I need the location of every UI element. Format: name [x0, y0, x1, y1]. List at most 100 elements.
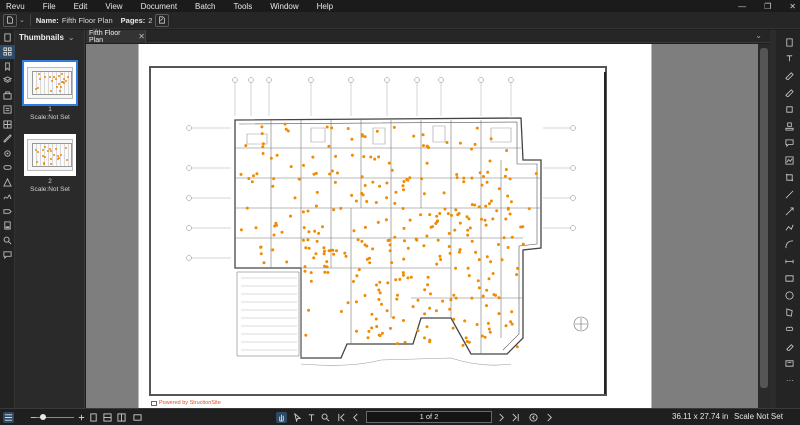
photo-marker[interactable]	[508, 212, 512, 216]
photo-marker[interactable]	[393, 201, 397, 205]
photo-marker[interactable]	[435, 262, 439, 266]
photo-marker[interactable]	[510, 235, 514, 239]
photo-marker[interactable]	[485, 255, 489, 259]
photo-marker[interactable]	[334, 154, 338, 158]
photo-marker[interactable]	[476, 279, 480, 283]
photo-marker[interactable]	[506, 246, 510, 249]
photo-marker[interactable]	[360, 175, 364, 179]
photo-marker[interactable]	[416, 329, 420, 333]
photo-marker[interactable]	[363, 294, 367, 297]
photo-marker[interactable]	[330, 169, 334, 173]
photo-marker[interactable]	[388, 243, 392, 247]
photo-marker[interactable]	[357, 268, 361, 272]
photo-marker[interactable]	[483, 218, 487, 222]
photo-marker[interactable]	[401, 271, 405, 275]
photo-marker[interactable]	[429, 292, 432, 296]
photo-marker[interactable]	[395, 297, 399, 301]
photo-marker[interactable]	[436, 219, 440, 223]
menu-edit[interactable]: Edit	[65, 2, 97, 11]
photo-marker[interactable]	[314, 171, 318, 175]
photo-marker[interactable]	[534, 172, 538, 176]
photo-marker[interactable]	[384, 218, 388, 222]
photo-marker[interactable]	[373, 157, 377, 161]
photo-marker[interactable]	[307, 308, 311, 312]
photo-marker[interactable]	[497, 187, 501, 191]
photo-marker[interactable]	[425, 325, 429, 329]
photo-marker[interactable]	[504, 217, 508, 221]
photo-marker[interactable]	[297, 177, 301, 181]
cloud-tool-icon[interactable]	[783, 323, 795, 335]
photo-marker[interactable]	[443, 207, 447, 211]
photo-marker[interactable]	[352, 280, 355, 283]
rectangle-tool-icon[interactable]	[783, 273, 795, 285]
photo-marker[interactable]	[488, 159, 492, 163]
menu-view[interactable]: View	[96, 2, 131, 11]
rail-file-access-icon[interactable]	[0, 219, 15, 234]
restore-icon[interactable]: ❐	[764, 2, 771, 11]
photo-marker[interactable]	[474, 250, 478, 254]
photo-marker[interactable]	[486, 170, 490, 174]
photo-marker[interactable]	[322, 252, 326, 256]
photo-marker[interactable]	[467, 217, 471, 221]
photo-marker[interactable]	[272, 177, 276, 181]
rail-spaces-icon[interactable]	[0, 117, 15, 132]
rail-settings-icon[interactable]	[0, 146, 15, 161]
photo-marker[interactable]	[269, 156, 273, 160]
photo-marker[interactable]	[315, 239, 319, 243]
photo-marker[interactable]	[470, 203, 474, 207]
photo-marker[interactable]	[339, 206, 343, 210]
photo-marker[interactable]	[332, 208, 336, 212]
photo-marker[interactable]	[487, 277, 491, 281]
menu-file[interactable]: File	[34, 2, 65, 11]
photo-marker[interactable]	[427, 146, 430, 150]
photo-marker[interactable]	[307, 230, 311, 234]
photo-marker[interactable]	[487, 327, 491, 331]
photo-marker[interactable]	[303, 269, 307, 273]
rail-links-icon[interactable]	[0, 161, 15, 176]
photo-marker[interactable]	[355, 329, 358, 333]
photo-marker[interactable]	[344, 254, 348, 258]
menu-help[interactable]: Help	[308, 2, 342, 11]
dimension-tool-icon[interactable]	[783, 256, 795, 268]
photo-marker[interactable]	[375, 283, 378, 287]
photo-marker[interactable]	[439, 258, 443, 261]
document-properties-button[interactable]	[3, 13, 17, 27]
photo-marker[interactable]	[402, 180, 406, 183]
photo-marker[interactable]	[255, 172, 259, 176]
photo-marker[interactable]	[339, 310, 343, 313]
photo-marker[interactable]	[489, 260, 493, 264]
photo-marker[interactable]	[394, 278, 398, 282]
photo-marker[interactable]	[326, 271, 330, 274]
photo-marker[interactable]	[455, 176, 459, 180]
photo-marker[interactable]	[480, 217, 483, 221]
photo-marker[interactable]	[247, 177, 251, 180]
photo-marker[interactable]	[428, 340, 432, 344]
photo-marker[interactable]	[309, 279, 313, 283]
rail-signatures-icon[interactable]	[0, 190, 15, 205]
photo-marker[interactable]	[274, 221, 278, 225]
photo-marker[interactable]	[464, 336, 468, 340]
photo-marker[interactable]	[434, 222, 438, 225]
photo-marker[interactable]	[510, 322, 514, 326]
photo-marker[interactable]	[406, 246, 410, 250]
photo-marker[interactable]	[346, 301, 350, 305]
photo-marker[interactable]	[303, 265, 307, 269]
photo-marker[interactable]	[448, 307, 452, 311]
pan-tool-icon[interactable]	[276, 412, 287, 423]
page-thumbnail-2[interactable]	[24, 134, 76, 176]
photo-marker[interactable]	[323, 249, 326, 253]
document-name-value[interactable]: Fifth Floor Plan	[62, 16, 113, 25]
photo-marker[interactable]	[374, 317, 378, 321]
photo-marker[interactable]	[367, 329, 371, 333]
photo-marker[interactable]	[506, 206, 510, 210]
photo-marker[interactable]	[489, 137, 493, 141]
photo-marker[interactable]	[254, 226, 258, 230]
photo-marker[interactable]	[377, 288, 381, 292]
photo-marker[interactable]	[346, 127, 350, 130]
photo-marker[interactable]	[411, 305, 415, 309]
photo-marker[interactable]	[362, 155, 366, 159]
photo-marker[interactable]	[377, 298, 381, 301]
photo-marker[interactable]	[301, 210, 305, 214]
rail-thumbnails-icon[interactable]	[0, 44, 15, 59]
photo-marker[interactable]	[401, 184, 405, 188]
